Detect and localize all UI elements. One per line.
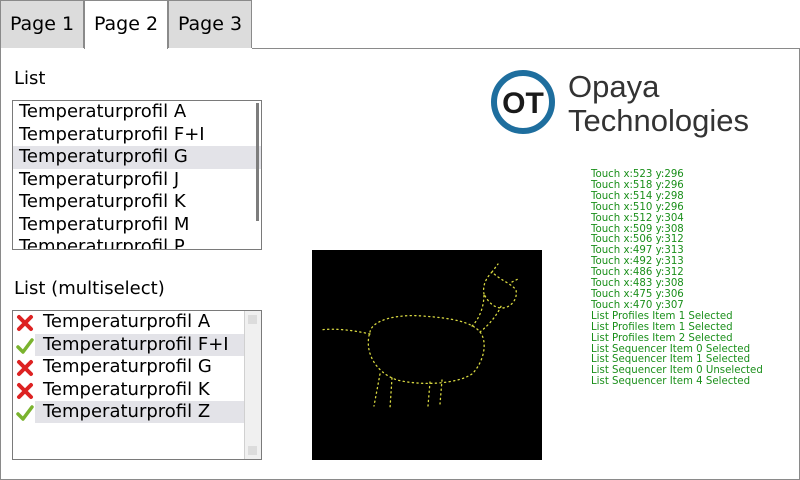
- multiselect-item[interactable]: Temperaturprofil Z: [13, 401, 261, 424]
- list-item[interactable]: Temperaturprofil K: [13, 191, 261, 214]
- log-line: Touch x:512 y:304: [591, 212, 684, 224]
- tab-page-3[interactable]: Page 3: [168, 0, 252, 48]
- list-item[interactable]: Temperaturprofil P: [13, 236, 261, 249]
- x-mark-icon: [17, 382, 33, 399]
- tab-bar: Page 1 Page 2 Page 3: [0, 0, 800, 49]
- multiselect-item-label: Temperaturprofil F+I: [35, 333, 245, 356]
- multiselect-item-label: Temperaturprofil Z: [35, 401, 245, 423]
- check-mark-icon: [16, 337, 34, 354]
- logo-name-line1: Opaya: [568, 69, 660, 104]
- multiselect-item[interactable]: Temperaturprofil G: [13, 356, 261, 379]
- multiselect-label: List (multiselect): [14, 278, 165, 299]
- log-line: List Sequencer Item 4 Selected: [591, 376, 751, 388]
- scroll-up-arrow[interactable]: [248, 315, 257, 324]
- check-mark-icon: [16, 405, 34, 421]
- list-scrollbar[interactable]: [256, 103, 259, 221]
- multiselect-item-label: Temperaturprofil K: [43, 378, 210, 400]
- list-item[interactable]: Temperaturprofil F+I: [13, 124, 261, 147]
- tab-page-1[interactable]: Page 1: [0, 0, 84, 48]
- multiselect-item[interactable]: Temperaturprofil F+I: [13, 333, 261, 357]
- scroll-down-arrow[interactable]: [248, 446, 257, 455]
- event-log: Touch x:523 y:296 Touch x:518 y:296 Touc…: [591, 169, 763, 388]
- x-mark-icon: [17, 315, 33, 331]
- multiselect-scrollbar[interactable]: [244, 311, 261, 459]
- opaya-logo: OT Opaya Technologies: [491, 69, 749, 138]
- touch-drawing: [319, 263, 521, 409]
- list-label: List: [14, 68, 46, 89]
- touch-drawing-canvas[interactable]: [312, 250, 542, 460]
- list-item[interactable]: Temperaturprofil J: [13, 169, 261, 192]
- list-item[interactable]: Temperaturprofil M: [13, 214, 261, 237]
- multiselect-list[interactable]: Temperaturprofil A Temperaturprofil F+I …: [12, 310, 262, 460]
- multiselect-item[interactable]: Temperaturprofil K: [13, 379, 261, 402]
- log-line: Touch x:510 y:296: [591, 201, 684, 213]
- x-mark-icon: [17, 360, 33, 376]
- multiselect-item[interactable]: Temperaturprofil A: [13, 311, 261, 334]
- multiselect-item-label: Temperaturprofil G: [43, 356, 212, 377]
- tab-page-2[interactable]: Page 2: [84, 0, 168, 49]
- profile-list[interactable]: Temperaturprofil A Temperaturprofil F+I …: [12, 100, 262, 250]
- list-item[interactable]: Temperaturprofil A: [13, 101, 261, 124]
- list-item-selected[interactable]: Temperaturprofil G: [13, 146, 261, 169]
- logo-name-line2: Technologies: [568, 103, 749, 138]
- logo-initials: OT: [502, 87, 544, 120]
- log-line: List Profiles Item 1 Selected: [591, 321, 733, 333]
- log-line: List Profiles Item 2 Selected: [591, 332, 733, 344]
- multiselect-item-label: Temperaturprofil A: [43, 311, 211, 332]
